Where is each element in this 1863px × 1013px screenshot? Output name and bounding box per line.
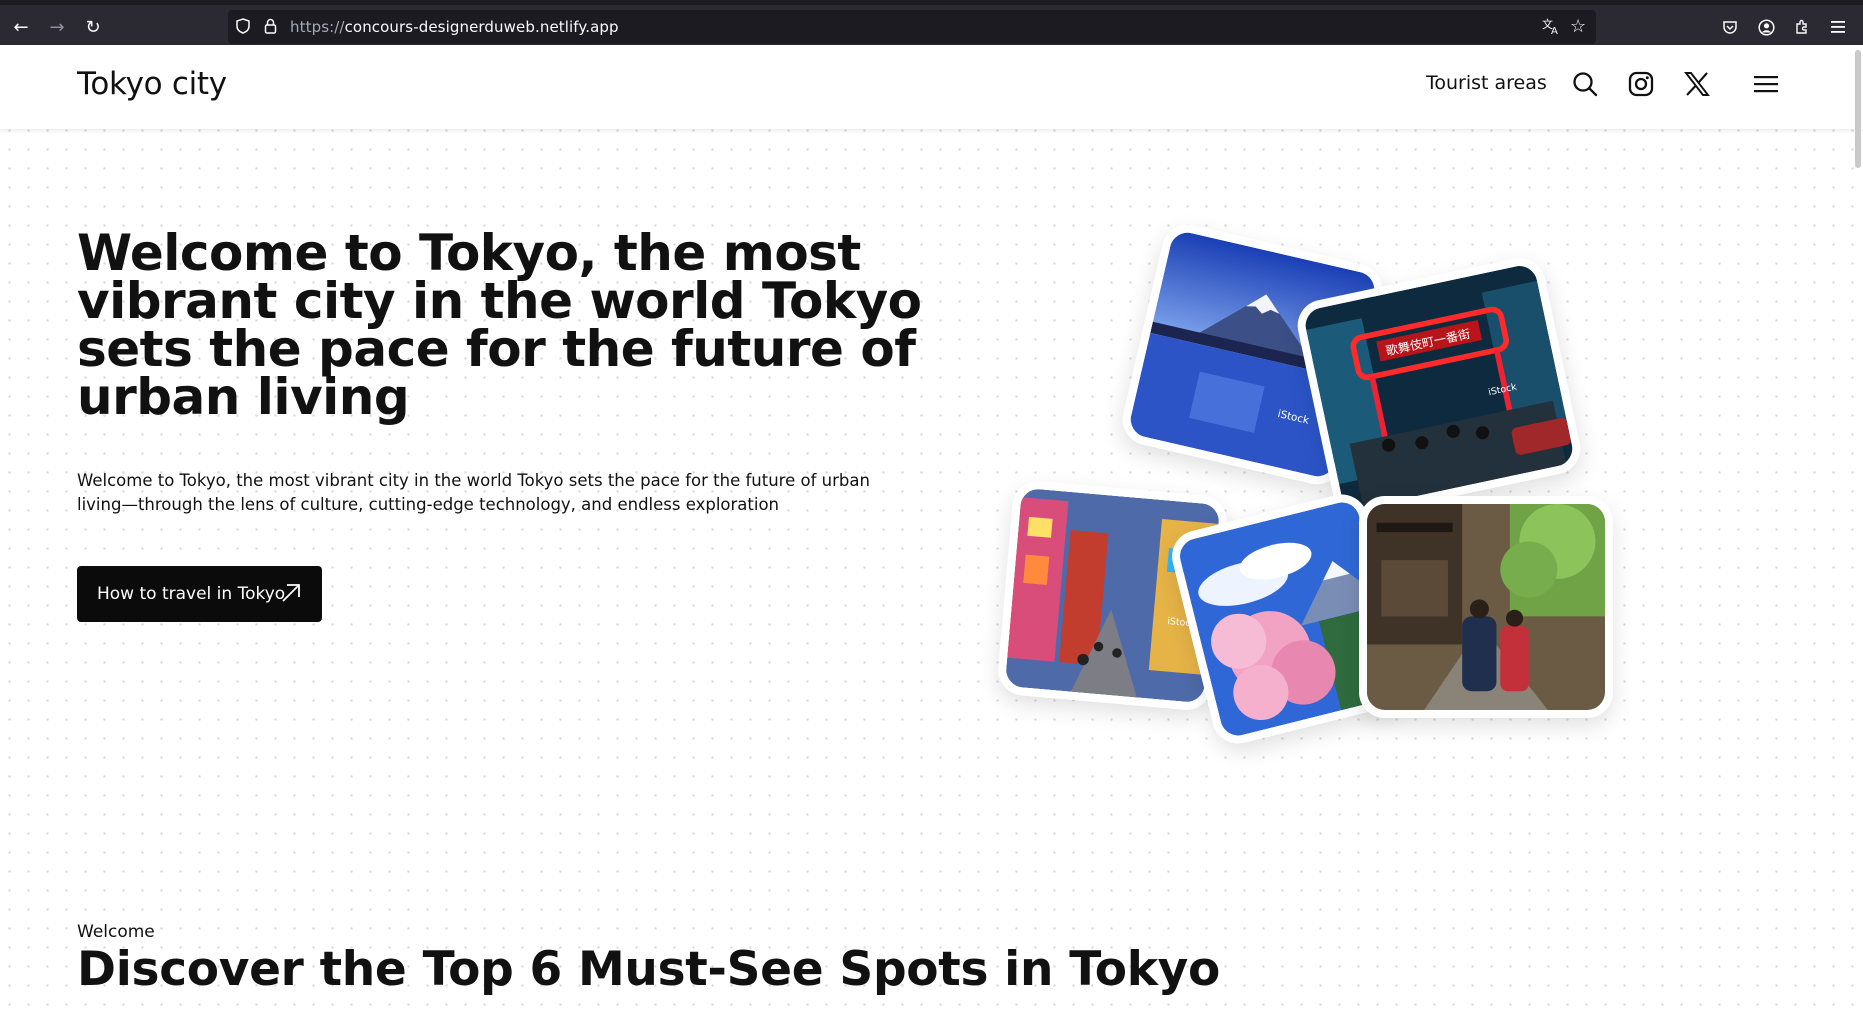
page-scrollbar[interactable] [1855,50,1861,168]
account-icon[interactable] [1754,15,1778,39]
menu-icon[interactable] [1749,67,1783,101]
page: Tokyo city Tourist areas Welcome to Toky… [0,45,1863,1013]
instagram-icon[interactable] [1624,67,1658,101]
extensions-icon[interactable] [1790,15,1814,39]
travel-cta-button[interactable]: How to travel in Tokyo [77,566,322,622]
url-text[interactable]: https://concours-designerduweb.netlify.a… [290,18,619,36]
url-bar[interactable]: https://concours-designerduweb.netlify.a… [228,10,1596,44]
photo-kyoto-kimono-street [1359,496,1613,718]
svg-text:A: A [1551,26,1558,35]
forward-icon[interactable]: → [45,15,69,39]
browser-toolbar: ← → ↻ https://concours-designerduweb.net… [0,0,1863,45]
site-header: Tokyo city Tourist areas [0,45,1863,129]
shield-icon[interactable] [236,18,250,38]
hero-subtitle: Welcome to Tokyo, the most vibrant city … [77,471,870,514]
section-title: Discover the Top 6 Must-See Spots in Tok… [77,942,1221,997]
lock-icon[interactable] [264,18,277,38]
nav-link-tourist-areas[interactable]: Tourist areas [1426,72,1547,94]
x-twitter-icon[interactable] [1680,67,1714,101]
cta-label: How to travel in Tokyo [97,584,286,604]
back-icon[interactable]: ← [9,15,33,39]
translate-icon[interactable]: 文A [1542,17,1560,39]
app-menu-icon[interactable] [1826,15,1850,39]
bookmark-star-icon[interactable]: ☆ [1570,16,1586,37]
hero-title: Welcome to Tokyo, the most vibrant city … [77,224,922,426]
section-label: Welcome [77,922,155,942]
reload-icon[interactable]: ↻ [81,15,105,39]
arrow-up-right-icon [282,584,300,602]
pocket-icon[interactable] [1718,15,1742,39]
site-logo[interactable]: Tokyo city [77,66,227,102]
search-icon[interactable] [1568,67,1602,101]
